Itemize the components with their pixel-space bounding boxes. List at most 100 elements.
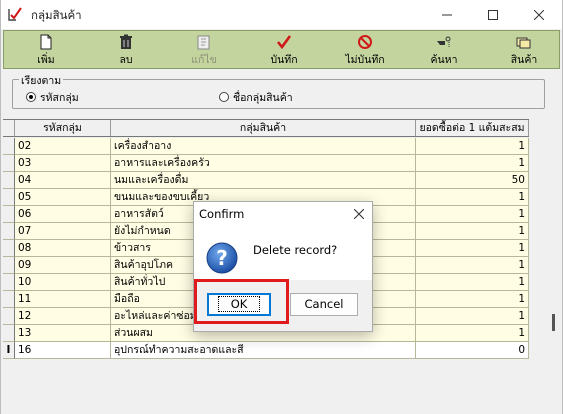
minimize-icon — [442, 14, 452, 15]
group-code-cell[interactable]: 11 — [15, 291, 111, 308]
sort-groupbox: เรียงตาม รหัสกลุ่ม ชื่อกลุ่มสินค้า — [12, 72, 545, 109]
row-indicator[interactable] — [3, 291, 15, 308]
group-code-cell[interactable]: 08 — [15, 240, 111, 257]
sort-by-code-radio[interactable]: รหัสกลุ่ม — [26, 90, 79, 104]
points-cell[interactable]: 1 — [416, 274, 529, 291]
row-indicator[interactable] — [3, 155, 15, 172]
save-label: บันทึก — [270, 54, 298, 66]
points-cell[interactable]: 1 — [416, 138, 529, 155]
edit-icon — [197, 35, 210, 50]
row-indicator[interactable] — [3, 138, 15, 155]
dialog-title: Confirm — [199, 207, 245, 221]
sort-legend: เรียงตาม — [19, 72, 64, 89]
group-code-cell[interactable]: 02 — [15, 138, 111, 155]
delete-button[interactable]: ลบ — [96, 31, 156, 68]
close-icon — [354, 209, 364, 219]
group-name-cell[interactable]: เครื่องสำอาง — [111, 138, 416, 155]
table-row[interactable]: 04 นมและเครื่องดื่ม 50 — [3, 172, 529, 189]
group-code-cell[interactable]: 05 — [15, 189, 111, 206]
table-row[interactable]: 03 อาหารและเครื่องครัว 1 — [3, 155, 529, 172]
sort-by-name-radio[interactable]: ชื่อกลุ่มสินค้า — [219, 90, 293, 104]
row-indicator[interactable] — [3, 206, 15, 223]
table-row[interactable]: I 16 อุปกรณ์ทำความสะอาดและสี 0 — [3, 342, 529, 359]
scrollbar-thumb[interactable] — [552, 314, 555, 331]
row-indicator[interactable] — [3, 325, 15, 342]
row-indicator[interactable] — [3, 223, 15, 240]
add-button[interactable]: เพิ่ม — [16, 31, 76, 68]
edit-button[interactable]: แก้ไข — [174, 31, 234, 68]
dialog-close-button[interactable] — [350, 205, 368, 223]
maximize-icon — [488, 9, 498, 20]
close-button[interactable] — [516, 0, 562, 29]
minimize-button[interactable] — [424, 0, 470, 29]
products-label: สินค้า — [510, 54, 538, 66]
points-cell[interactable]: 1 — [416, 325, 529, 342]
dialog-message: Delete record? — [253, 243, 338, 257]
app-checklist-icon — [8, 7, 22, 21]
window-title: กลุ่มสินค้า — [31, 8, 82, 22]
radio-selected-icon — [26, 92, 36, 102]
group-code-cell[interactable]: 16 — [15, 342, 111, 359]
row-indicator[interactable] — [3, 257, 15, 274]
points-cell[interactable]: 1 — [416, 155, 529, 172]
row-indicator[interactable] — [3, 172, 15, 189]
points-cell[interactable]: 1 — [416, 240, 529, 257]
column-header-group[interactable]: กลุ่มสินค้า — [111, 120, 416, 136]
sort-by-name-label: ชื่อกลุ่มสินค้า — [233, 91, 293, 104]
points-cell[interactable]: 1 — [416, 189, 529, 206]
trash-icon — [120, 34, 132, 49]
add-label: เพิ่ม — [37, 54, 55, 66]
save-button[interactable]: บันทึก — [254, 31, 314, 68]
points-cell[interactable]: 1 — [416, 291, 529, 308]
column-header-code[interactable]: รหัสกลุ่ม — [15, 120, 111, 136]
title-bar: กลุ่มสินค้า — [1, 0, 562, 29]
question-icon: ? — [206, 242, 238, 274]
points-cell[interactable]: 1 — [416, 257, 529, 274]
group-code-cell[interactable]: 10 — [15, 274, 111, 291]
row-indicator[interactable] — [3, 240, 15, 257]
table-row[interactable]: 02 เครื่องสำอาง 1 — [3, 138, 529, 155]
group-name-cell[interactable]: อาหารและเครื่องครัว — [111, 155, 416, 172]
find-icon — [437, 36, 451, 48]
points-cell[interactable]: 1 — [416, 223, 529, 240]
group-code-cell[interactable]: 09 — [15, 257, 111, 274]
points-cell[interactable]: 1 — [416, 308, 529, 325]
ok-highlight-box — [194, 279, 289, 324]
sort-by-code-label: รหัสกลุ่ม — [40, 91, 79, 104]
group-code-cell[interactable]: 07 — [15, 223, 111, 240]
grid-header: รหัสกลุ่ม กลุ่มสินค้า ยอดซื้อต่อ 1 แต้มส… — [3, 119, 529, 137]
close-icon — [534, 9, 544, 20]
maximize-button[interactable] — [470, 0, 516, 29]
group-code-cell[interactable]: 03 — [15, 155, 111, 172]
row-indicator[interactable] — [3, 308, 15, 325]
row-indicator-header — [3, 120, 15, 136]
group-code-cell[interactable]: 13 — [15, 325, 111, 342]
group-name-cell[interactable]: นมและเครื่องดื่ม — [111, 172, 416, 189]
cancel-button[interactable]: Cancel — [290, 293, 358, 316]
column-header-points[interactable]: ยอดซื้อต่อ 1 แต้มสะสม — [416, 120, 529, 136]
points-cell[interactable]: 1 — [416, 206, 529, 223]
group-code-cell[interactable]: 06 — [15, 206, 111, 223]
discard-button[interactable]: ไม่บันทึก — [335, 31, 395, 68]
group-code-cell[interactable]: 04 — [15, 172, 111, 189]
app-window: กลุ่มสินค้า เพิ่ม ลบ แก้ไข บันทึก ไม่บัน… — [0, 0, 563, 414]
current-row-marker[interactable]: I — [3, 342, 15, 359]
group-name-cell[interactable]: อุปกรณ์ทำความสะอาดและสี — [111, 342, 416, 359]
radio-unselected-icon — [219, 92, 229, 102]
edit-label: แก้ไข — [191, 54, 217, 66]
group-code-cell[interactable]: 12 — [15, 308, 111, 325]
find-button[interactable]: ค้นหา — [414, 31, 474, 68]
folders-icon — [516, 37, 531, 49]
points-cell[interactable]: 0 — [416, 342, 529, 359]
products-button[interactable]: สินค้า — [494, 31, 554, 68]
checkmark-icon — [276, 35, 292, 50]
new-document-icon — [40, 34, 52, 50]
discard-label: ไม่บันทึก — [345, 54, 385, 66]
row-indicator[interactable] — [3, 274, 15, 291]
toolbar: เพิ่ม ลบ แก้ไข บันทึก ไม่บันทึก ค้นหา สิ… — [3, 30, 560, 69]
cancel-icon — [358, 35, 372, 49]
row-indicator[interactable] — [3, 189, 15, 206]
find-label: ค้นหา — [430, 54, 458, 66]
points-cell[interactable]: 50 — [416, 172, 529, 189]
delete-label: ลบ — [119, 54, 133, 66]
